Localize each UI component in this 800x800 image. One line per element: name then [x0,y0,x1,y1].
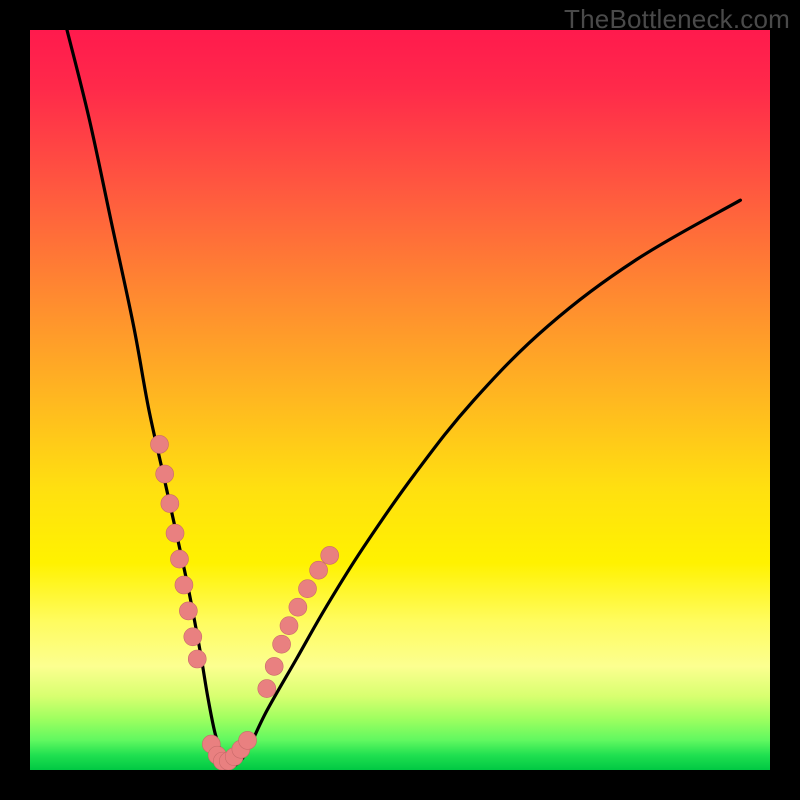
data-marker [321,546,339,564]
data-marker [280,617,298,635]
data-markers [151,435,339,770]
data-marker [265,657,283,675]
outer-frame: TheBottleneck.com [0,0,800,800]
data-marker [175,576,193,594]
data-marker [188,650,206,668]
data-marker [170,550,188,568]
data-marker [156,465,174,483]
data-marker [151,435,169,453]
watermark-text: TheBottleneck.com [564,4,790,35]
data-marker [299,580,317,598]
data-marker [179,602,197,620]
bottleneck-curve [67,30,740,766]
plot-area [30,30,770,770]
data-marker [273,635,291,653]
data-marker [166,524,184,542]
data-marker [184,628,202,646]
data-marker [239,731,257,749]
curve-svg [30,30,770,770]
data-marker [289,598,307,616]
data-marker [258,680,276,698]
data-marker [161,495,179,513]
data-marker [310,561,328,579]
